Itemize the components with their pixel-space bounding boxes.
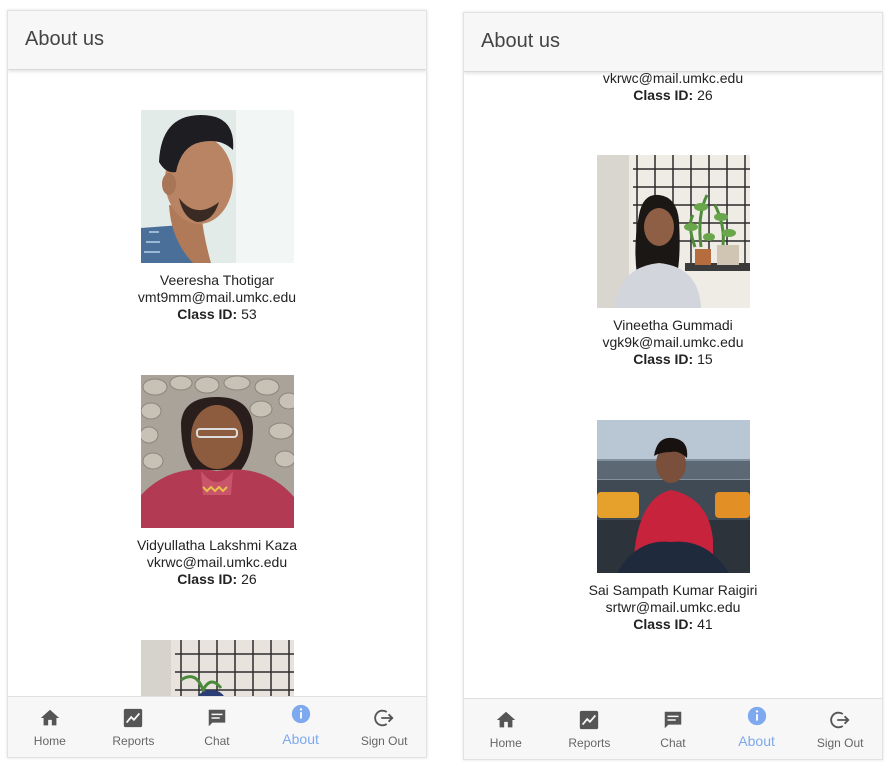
tab-sign-out[interactable]: Sign Out	[798, 699, 882, 759]
member-card: Sai Sampath Kumar Raigiri srtwr@mail.umk…	[464, 420, 882, 633]
member-class-id: Class ID: 53	[8, 306, 426, 323]
chart-icon	[578, 709, 600, 731]
tab-chat[interactable]: Chat	[631, 699, 715, 759]
member-email: vmt9mm@mail.umkc.edu	[137, 289, 297, 305]
app-header: About us	[8, 11, 426, 70]
home-icon	[495, 709, 517, 731]
about-screen-right: About us vkrwc@mail.umkc.edu Class ID: 2…	[463, 12, 883, 760]
tab-label: Sign Out	[360, 734, 408, 748]
member-name: Vidyullatha Lakshmi Kaza	[136, 537, 298, 553]
member-photo	[596, 420, 750, 573]
member-email: vgk9k@mail.umkc.edu	[602, 334, 744, 350]
member-class-id: Class ID: 41	[464, 616, 882, 633]
member-card-partial	[8, 640, 426, 698]
home-icon	[39, 707, 61, 729]
member-name: Vineetha Gummadi	[613, 317, 733, 333]
class-id-label: Class ID:	[633, 87, 694, 103]
page-title: About us	[25, 28, 104, 50]
tab-reports[interactable]: Reports	[548, 699, 632, 759]
tab-label: Reports	[112, 734, 155, 748]
class-id-label: Class ID:	[177, 571, 238, 587]
member-photo	[140, 375, 294, 528]
sign-out-icon	[373, 707, 395, 729]
class-id-label: Class ID:	[633, 616, 694, 632]
tab-label: Home	[33, 734, 66, 748]
member-class-id: Class ID: 15	[464, 351, 882, 368]
member-name: Sai Sampath Kumar Raigiri	[588, 582, 758, 598]
member-photo	[140, 640, 294, 698]
info-icon	[746, 705, 768, 727]
tab-about[interactable]: About	[259, 697, 343, 757]
tab-label: Home	[489, 736, 522, 750]
member-class-id: Class ID: 26	[8, 571, 426, 588]
member-email: srtwr@mail.umkc.edu	[605, 599, 741, 615]
member-name: Veeresha Thotigar	[159, 272, 275, 288]
class-id-value: 41	[697, 616, 713, 632]
tab-home[interactable]: Home	[464, 699, 548, 759]
bottom-tab-bar: Home Reports Chat About Sign Out	[8, 696, 426, 757]
info-icon	[290, 703, 312, 725]
members-list[interactable]: vkrwc@mail.umkc.edu Class ID: 26 Vineeth…	[464, 72, 882, 700]
bottom-tab-bar: Home Reports Chat About Sign Out	[464, 698, 882, 759]
member-card: Vidyullatha Lakshmi Kaza vkrwc@mail.umkc…	[8, 375, 426, 588]
tab-label: About	[282, 731, 319, 747]
chat-icon	[662, 709, 684, 731]
about-screen-left: About us Veeresha Thotigar vmt9mm@mail.u	[7, 10, 427, 758]
member-photo	[140, 110, 294, 263]
tab-label: Reports	[568, 736, 611, 750]
sign-out-icon	[829, 709, 851, 731]
class-id-label: Class ID:	[177, 306, 238, 322]
members-list[interactable]: Veeresha Thotigar vmt9mm@mail.umkc.edu C…	[8, 70, 426, 698]
class-id-label: Class ID:	[633, 351, 694, 367]
tab-label: Sign Out	[816, 736, 864, 750]
app-header: About us	[464, 13, 882, 72]
member-class-id: Class ID: 26	[464, 87, 882, 104]
member-card: Vineetha Gummadi vgk9k@mail.umkc.edu Cla…	[464, 155, 882, 368]
tab-about[interactable]: About	[715, 699, 799, 759]
tab-label: Chat	[204, 734, 230, 748]
tab-reports[interactable]: Reports	[92, 697, 176, 757]
member-card: Veeresha Thotigar vmt9mm@mail.umkc.edu C…	[8, 110, 426, 323]
tab-home[interactable]: Home	[8, 697, 92, 757]
member-card-partial: vkrwc@mail.umkc.edu Class ID: 26	[464, 72, 882, 104]
tab-chat[interactable]: Chat	[175, 697, 259, 757]
chat-icon	[206, 707, 228, 729]
class-id-value: 53	[241, 306, 257, 322]
page-title: About us	[481, 30, 560, 52]
class-id-value: 26	[241, 571, 257, 587]
member-email: vkrwc@mail.umkc.edu	[146, 554, 288, 570]
chart-icon	[122, 707, 144, 729]
member-photo	[596, 155, 750, 308]
member-email: vkrwc@mail.umkc.edu	[602, 72, 744, 86]
class-id-value: 26	[697, 87, 713, 103]
tab-sign-out[interactable]: Sign Out	[342, 697, 426, 757]
class-id-value: 15	[697, 351, 713, 367]
tab-label: About	[738, 733, 775, 749]
tab-label: Chat	[660, 736, 686, 750]
